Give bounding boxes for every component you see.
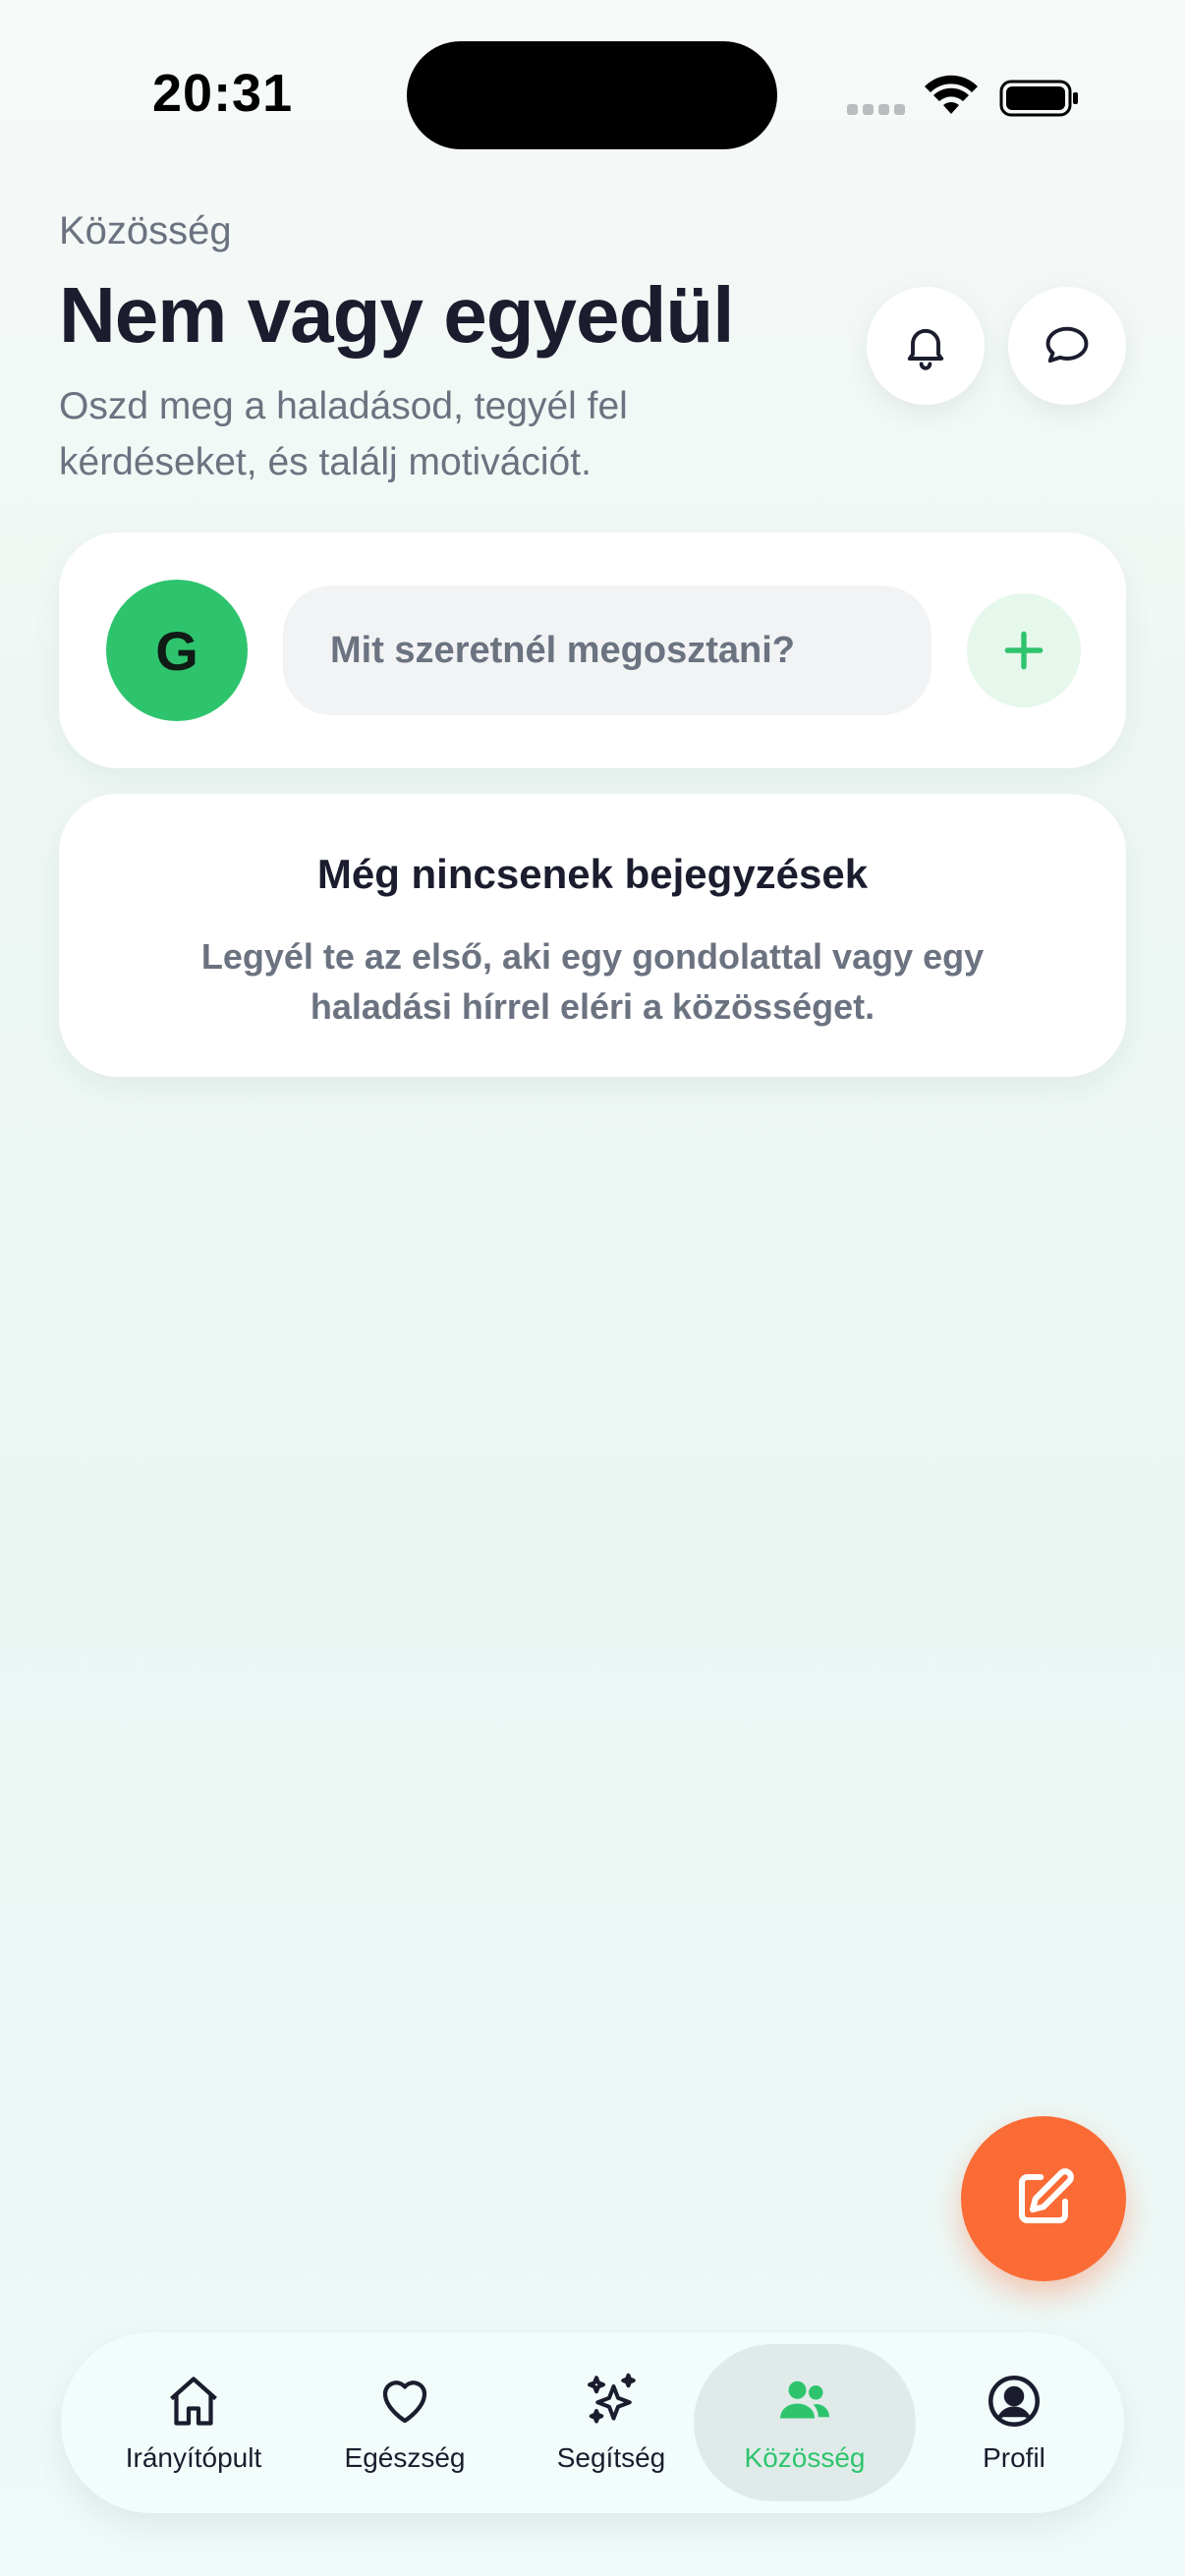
wifi-icon — [925, 75, 978, 114]
plus-icon — [1004, 631, 1044, 670]
users-icon — [780, 2380, 829, 2419]
bell-icon — [907, 328, 944, 370]
sparkles-icon — [588, 2373, 636, 2424]
avatar[interactable]: G — [106, 580, 248, 721]
nav-item-profile[interactable]: Profil — [916, 2344, 1112, 2501]
nav-item-dashboard[interactable]: Irányítópult — [90, 2344, 297, 2501]
nav-item-health[interactable]: Egészség — [307, 2344, 503, 2501]
empty-state-text: Legyél te az első, aki egy gondolattal v… — [200, 936, 985, 1027]
section-eyebrow: Közösség — [59, 209, 232, 252]
add-post-button[interactable] — [967, 593, 1081, 707]
page-title: Nem vagy egyedül — [59, 271, 734, 359]
nav-item-help[interactable]: Segítség — [513, 2344, 709, 2501]
notifications-button[interactable] — [867, 287, 985, 405]
status-time: 20:31 — [152, 64, 294, 123]
new-post-fab[interactable] — [961, 2116, 1126, 2281]
nav-label: Irányítópult — [125, 2442, 262, 2473]
nav-item-community[interactable]: Közösség — [694, 2344, 916, 2501]
chat-bubble-icon — [1045, 326, 1089, 364]
post-composer: G Mit szeretnél megosztani? — [59, 532, 1126, 768]
cellular-signal-icon — [847, 104, 906, 118]
nav-label: Segítség — [556, 2442, 666, 2473]
heart-icon — [382, 2380, 427, 2424]
bottom-nav: Irányítópult Egészség Segítség Közösség — [61, 2332, 1124, 2513]
user-circle-icon — [988, 2376, 1040, 2427]
empty-state-card: Még nincsenek bejegyzések Legyél te az e… — [59, 794, 1126, 1077]
edit-icon — [1018, 2168, 1074, 2224]
nav-label: Profil — [983, 2442, 1045, 2473]
nav-label: Közösség — [744, 2442, 866, 2473]
post-input[interactable]: Mit szeretnél megosztani? — [283, 586, 931, 715]
nav-label: Egészség — [344, 2442, 466, 2473]
home-icon — [170, 2377, 217, 2426]
page-subtitle: Oszd meg a haladásod, tegyél fel kérdése… — [59, 385, 628, 483]
empty-state-title: Még nincsenek bejegyzések — [316, 851, 869, 897]
battery-icon — [999, 80, 1078, 117]
messages-button[interactable] — [1008, 287, 1126, 405]
dynamic-island — [407, 41, 777, 149]
